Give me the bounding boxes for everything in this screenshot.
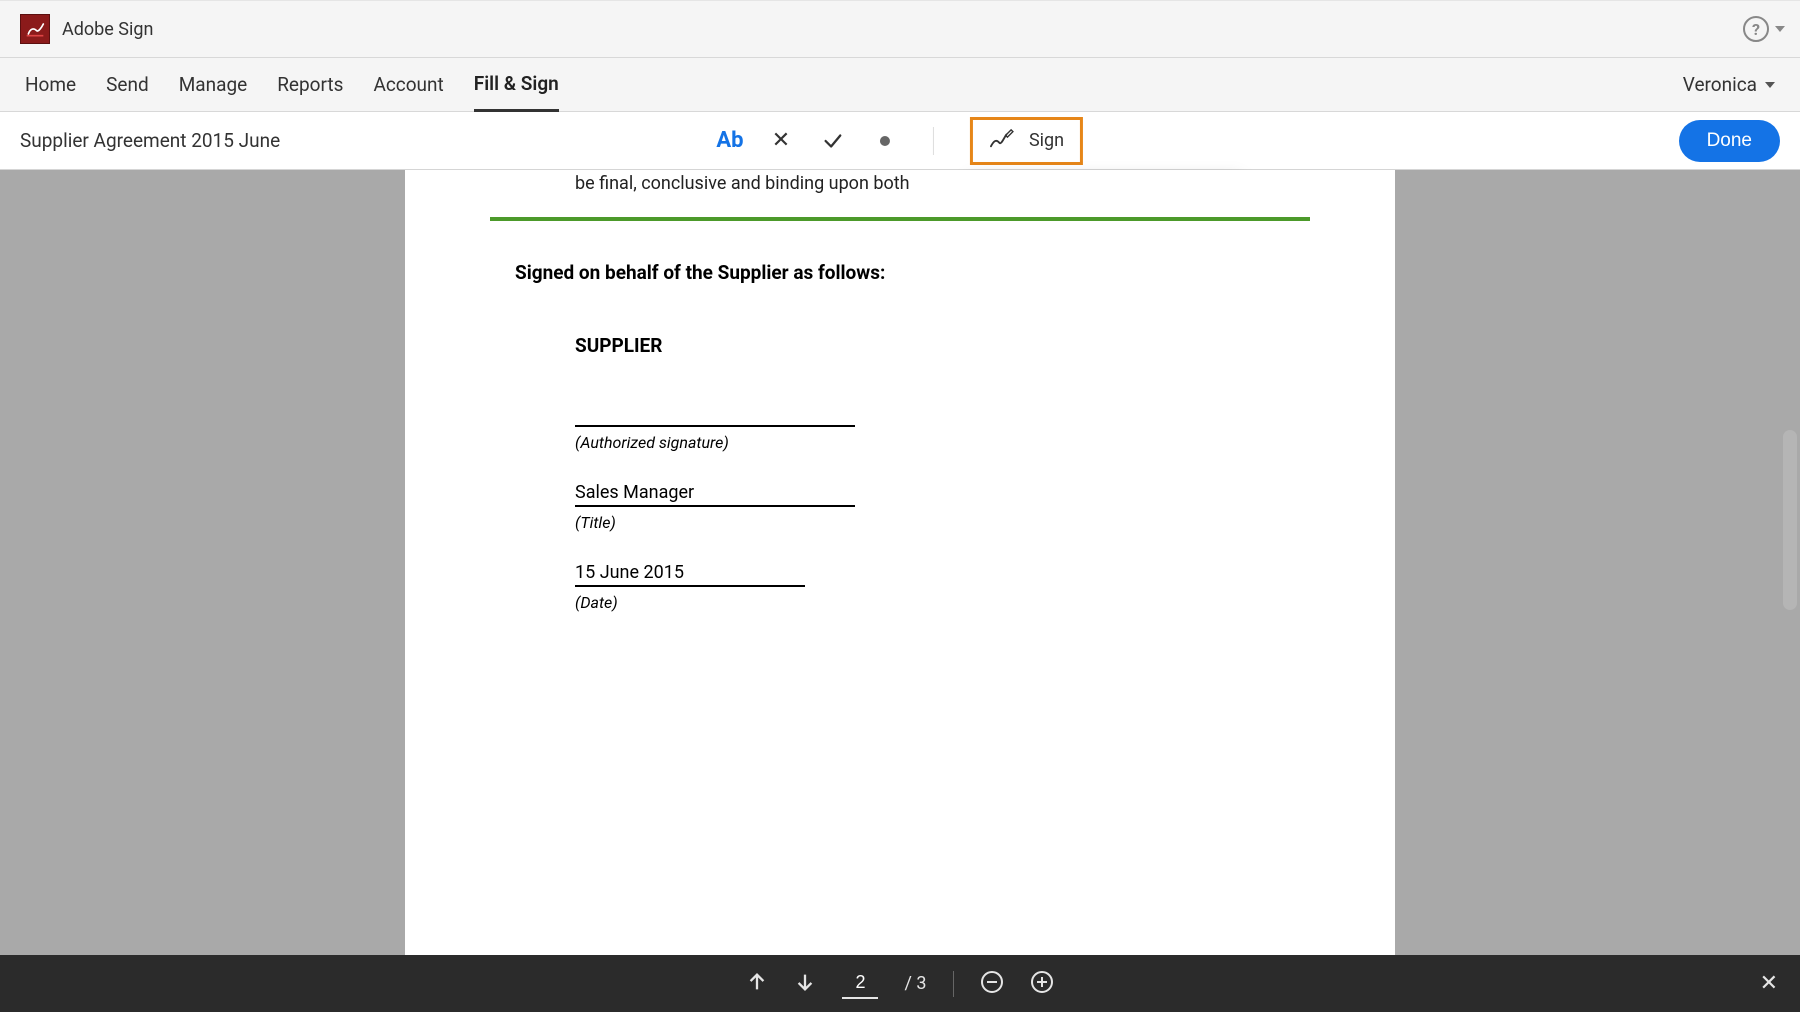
main-nav: Home Send Manage Reports Account Fill & …	[0, 58, 1800, 112]
chevron-down-icon	[1765, 82, 1775, 88]
section-divider	[490, 217, 1310, 221]
nav-send[interactable]: Send	[106, 59, 149, 110]
app-title: Adobe Sign	[62, 19, 153, 40]
paragraph-text: be final, conclusive and binding upon bo…	[575, 170, 1225, 197]
nav-fill-sign[interactable]: Fill & Sign	[474, 58, 559, 112]
nav-account[interactable]: Account	[373, 59, 443, 110]
signature-caption: (Authorized signature)	[575, 433, 1315, 452]
chevron-down-icon	[1775, 26, 1785, 32]
date-value: 15 June 2015	[575, 562, 684, 585]
document-page[interactable]: be final, conclusive and binding upon bo…	[405, 170, 1395, 955]
app-logo	[20, 14, 50, 44]
page-down-button[interactable]	[794, 971, 816, 997]
zoom-out-button[interactable]	[980, 970, 1004, 998]
title-line[interactable]: Sales Manager	[575, 482, 855, 507]
title-caption: (Title)	[575, 513, 1315, 532]
page-total: / 3	[904, 973, 926, 994]
help-menu[interactable]: ?	[1743, 16, 1785, 42]
sign-button[interactable]: Sign	[970, 117, 1083, 165]
document-viewport[interactable]: be final, conclusive and binding upon bo…	[0, 170, 1800, 955]
signature-line[interactable]	[575, 407, 855, 427]
help-icon: ?	[1743, 16, 1769, 42]
page-number-input[interactable]	[842, 968, 878, 999]
nav-home[interactable]: Home	[25, 59, 76, 110]
toolbar-tools: Ab ✕ Sign Veronica Gudsiner − Add Initia…	[717, 117, 1083, 165]
done-button[interactable]: Done	[1679, 120, 1780, 162]
user-name: Veronica	[1683, 73, 1757, 96]
signature-icon	[989, 128, 1015, 154]
nav-manage[interactable]: Manage	[179, 59, 248, 110]
page-up-button[interactable]	[746, 971, 768, 997]
nav-reports[interactable]: Reports	[277, 59, 343, 110]
app-header: Adobe Sign ?	[0, 0, 1800, 58]
sign-label: Sign	[1029, 130, 1064, 151]
zoom-in-button[interactable]	[1030, 970, 1054, 998]
separator	[953, 971, 954, 997]
cross-tool[interactable]: ✕	[769, 129, 793, 153]
separator	[933, 127, 934, 155]
sign-menu-wrapper: Sign Veronica Gudsiner − Add Initials + …	[970, 117, 1083, 165]
scrollbar-thumb[interactable]	[1783, 430, 1797, 610]
signature-block-heading: Signed on behalf of the Supplier as foll…	[515, 261, 1285, 284]
text-tool[interactable]: Ab	[717, 129, 741, 153]
date-line[interactable]: 15 June 2015	[575, 562, 805, 587]
close-pager-button[interactable]: ✕	[1760, 971, 1778, 996]
title-value: Sales Manager	[575, 482, 694, 505]
document-title: Supplier Agreement 2015 June	[20, 129, 280, 152]
supplier-label: SUPPLIER	[575, 334, 1225, 357]
date-caption: (Date)	[575, 593, 1315, 612]
checkmark-tool[interactable]	[821, 129, 845, 153]
toolbar: Supplier Agreement 2015 June Ab ✕ Sign V…	[0, 112, 1800, 170]
dot-tool[interactable]	[873, 129, 897, 153]
pager-bar: / 3 ✕	[0, 955, 1800, 1012]
user-menu[interactable]: Veronica	[1683, 73, 1775, 96]
